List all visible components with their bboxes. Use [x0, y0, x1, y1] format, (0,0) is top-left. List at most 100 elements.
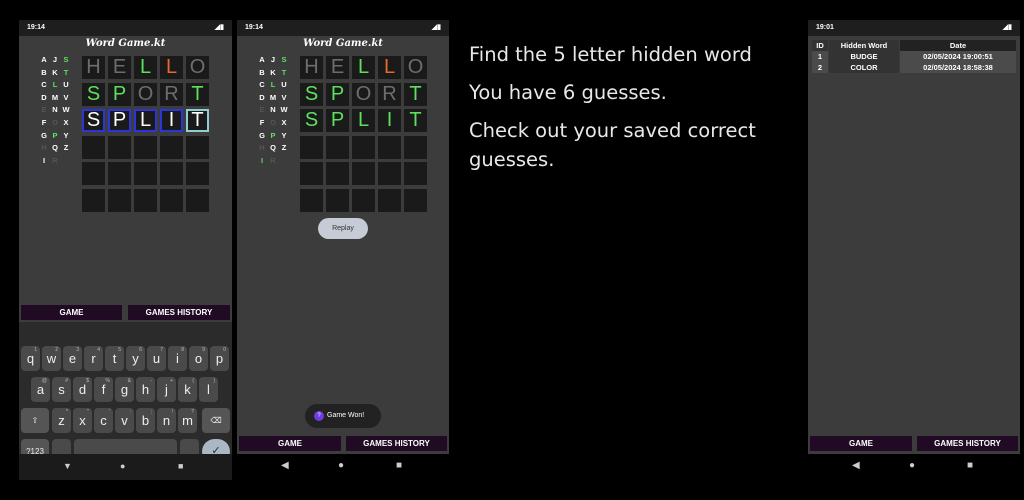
tab-games-history[interactable]: GAMES HISTORY: [128, 305, 230, 320]
key-b[interactable]: b;: [136, 408, 155, 433]
signal-battery-icon: ◢▮: [1002, 24, 1012, 31]
back-icon[interactable]: ◀: [281, 460, 289, 471]
grid-cell: [108, 188, 131, 212]
grid-cell: T: [404, 82, 427, 106]
cell-word: BUDGE: [829, 51, 899, 62]
home-icon[interactable]: ●: [120, 461, 125, 471]
key-d[interactable]: d $: [73, 377, 92, 402]
app-title: Word Game.kt: [303, 38, 383, 49]
key-w[interactable]: w2: [42, 346, 61, 371]
key-q[interactable]: q1: [21, 346, 40, 371]
key-g[interactable]: g &: [115, 377, 134, 402]
bottom-tabs: GAME GAMES HISTORY: [21, 305, 230, 320]
alphabet-letter: B: [41, 67, 47, 77]
grid-cell: [378, 188, 401, 212]
key-x[interactable]: x ": [73, 408, 92, 433]
grid-cell: H: [82, 56, 105, 79]
recents-icon[interactable]: ■: [396, 460, 402, 471]
key-e[interactable]: e3: [63, 346, 82, 371]
recents-icon[interactable]: ■: [967, 460, 973, 471]
alphabet-letter: D: [41, 92, 47, 102]
key-s[interactable]: s #: [52, 377, 71, 402]
key-r[interactable]: r4: [84, 346, 103, 371]
alphabet-tracker: AJS BKT CLU DMV ENW FOX GPY HQZ IR: [257, 55, 293, 170]
key-f[interactable]: f%: [94, 377, 113, 402]
grid-cell: [134, 135, 157, 159]
system-nav-bar: ▼ ● ■: [19, 454, 232, 480]
tab-games-history[interactable]: GAMES HISTORY: [346, 436, 447, 451]
alphabet-letter: L: [270, 80, 276, 90]
home-icon[interactable]: ●: [338, 460, 344, 471]
key-l[interactable]: l): [199, 377, 218, 402]
replay-button[interactable]: Replay: [318, 218, 368, 239]
alphabet-letter: S: [63, 55, 69, 64]
alphabet-letter: G: [259, 130, 265, 140]
header-hidden-word: Hidden Word: [829, 40, 899, 51]
soft-keyboard: q 1 w 2 e 3 r 4 t 5 y 6 u 7 i 8 o 9 p 0 a @ s # d $ f% g & h - j + k(l) ⇧ z…: [19, 322, 232, 466]
alphabet-letter: T: [281, 67, 287, 77]
key-h[interactable]: h-: [136, 377, 155, 402]
grid-cell: O: [404, 56, 427, 79]
key-c[interactable]: c ': [94, 408, 113, 433]
key-n[interactable]: n!: [157, 408, 176, 433]
caption-line-1: Find the 5 letter hidden word: [469, 43, 752, 66]
alphabet-letter: B: [259, 67, 265, 77]
signal-battery-icon: ◢▮: [214, 24, 224, 31]
alphabet-letter: I: [260, 155, 264, 165]
phone-screen-history: 19:01 ◢▮ ID Hidden Word Date 1 BUDGE 02/…: [808, 20, 1020, 454]
key-z[interactable]: z *: [52, 408, 71, 433]
key-a[interactable]: a @: [31, 377, 50, 402]
cell-id: 2: [812, 62, 828, 73]
grid-cell: [300, 162, 323, 185]
grid-cell: [404, 188, 427, 212]
key-u[interactable]: u7: [147, 346, 166, 371]
alphabet-letter: K: [270, 67, 276, 77]
alphabet-letter: A: [41, 55, 47, 64]
key-p[interactable]: p0: [210, 346, 229, 371]
key-y[interactable]: y6: [126, 346, 145, 371]
grid-cell: [186, 162, 209, 185]
table-row: 1 BUDGE 02/05/2024 19:00:51: [812, 51, 1016, 62]
grid-cell: [82, 162, 105, 185]
tab-game[interactable]: GAME: [810, 436, 912, 451]
shift-key[interactable]: ⇧: [21, 408, 49, 433]
grid-cell: E: [108, 56, 131, 79]
backspace-key[interactable]: ⌫: [202, 408, 230, 433]
alphabet-letter: V: [281, 92, 287, 102]
grid-cell: [378, 162, 401, 185]
recents-icon[interactable]: ■: [178, 461, 183, 471]
grid-cell: S: [82, 109, 105, 132]
tab-game[interactable]: GAME: [239, 436, 341, 451]
key-m[interactable]: m?: [178, 408, 197, 433]
key-i[interactable]: i8: [168, 346, 187, 371]
key-j[interactable]: j +: [157, 377, 176, 402]
home-icon[interactable]: ●: [909, 460, 915, 471]
grid-cell: [352, 162, 375, 185]
alphabet-letter: F: [259, 118, 265, 127]
grid-cell: O: [134, 82, 157, 106]
alphabet-letter: J: [52, 55, 58, 64]
alphabet-letter: M: [269, 92, 277, 102]
cell-date: 02/05/2024 19:00:51: [900, 51, 1016, 62]
alphabet-letter: U: [281, 80, 287, 90]
grid-cell: [134, 162, 157, 185]
back-icon[interactable]: ▼: [63, 461, 72, 471]
tab-game[interactable]: GAME: [21, 305, 122, 320]
key-o[interactable]: o9: [189, 346, 208, 371]
alphabet-letter: Q: [52, 143, 58, 153]
phone-screen-game-typing: 19:14 ◢▮ Word Game.kt AJSBKTCLUDMVENWFOX…: [19, 20, 232, 480]
alphabet-letter: E: [41, 105, 47, 115]
grid-cell: [82, 188, 105, 212]
grid-cell: P: [326, 82, 349, 106]
grid-cell: L: [352, 109, 375, 132]
tab-games-history[interactable]: GAMES HISTORY: [917, 436, 1018, 451]
key-v[interactable]: v:: [115, 408, 134, 433]
key-t[interactable]: t5: [105, 346, 124, 371]
key-k[interactable]: k(: [178, 377, 197, 402]
alphabet-letter: O: [52, 118, 58, 127]
grid-cell: R: [160, 82, 183, 106]
grid-cell: L: [134, 56, 157, 79]
header-date: Date: [900, 40, 1016, 51]
grid-cell: [378, 135, 401, 159]
back-icon[interactable]: ◀: [852, 460, 860, 471]
